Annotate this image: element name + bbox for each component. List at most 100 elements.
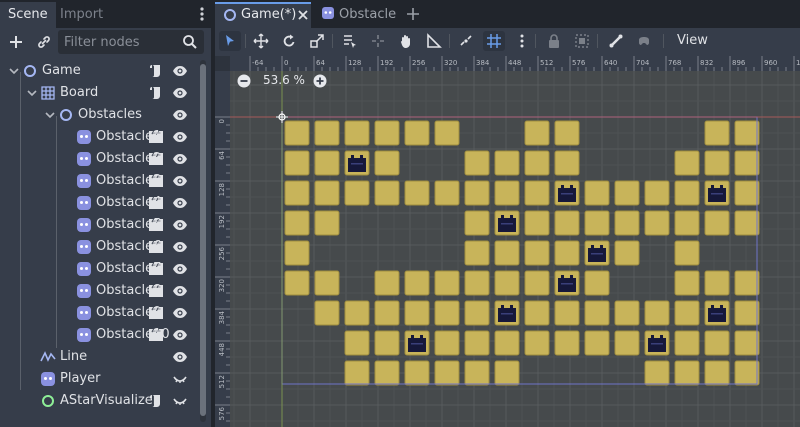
instance-scene-button[interactable]: [32, 30, 56, 54]
pan-mode-button[interactable]: [395, 31, 417, 51]
close-icon[interactable]: [297, 9, 309, 21]
canvas-viewport[interactable]: -64 0 64 128 192 256 320 384 448 512 576 640 704 768 8…: [215, 56, 800, 427]
scrollbar-thumb[interactable]: [200, 64, 206, 416]
visibility-eye-icon[interactable]: [172, 217, 188, 233]
group-button[interactable]: [571, 31, 593, 51]
tab-game-scene[interactable]: Game(*): [215, 2, 311, 28]
collapse-arrow-icon[interactable]: [26, 87, 38, 99]
tab-import[interactable]: Import: [52, 2, 111, 28]
tree-node-obstacle3[interactable]: Obstacle3: [0, 170, 196, 192]
script-icon[interactable]: [148, 393, 164, 409]
dock-menu-icon[interactable]: [199, 4, 205, 24]
tree-node-obstacle6[interactable]: Obstacle6: [0, 236, 196, 258]
tab-obstacle-scene[interactable]: Obstacle: [313, 2, 401, 28]
visibility-eye-icon[interactable]: [172, 283, 188, 299]
visibility-eye-icon[interactable]: [172, 129, 188, 145]
board-tile: [494, 360, 520, 386]
move-mode-button[interactable]: [250, 31, 272, 51]
board-tile: [674, 240, 700, 266]
list-select-button[interactable]: [339, 31, 361, 51]
visibility-eye-icon[interactable]: [172, 151, 188, 167]
tree-node-obstacle1[interactable]: Obstacle1: [0, 126, 196, 148]
search-icon: [183, 35, 197, 49]
open-in-editor-icon[interactable]: [148, 305, 164, 321]
add-node-button[interactable]: [4, 30, 28, 54]
lock-button[interactable]: [543, 31, 565, 51]
board-tile: [494, 150, 520, 176]
visibility-closed-icon[interactable]: [172, 393, 188, 409]
skeleton-button[interactable]: [605, 31, 627, 51]
open-in-editor-icon[interactable]: [148, 217, 164, 233]
smart-snap-button[interactable]: [455, 31, 477, 51]
open-in-editor-icon[interactable]: [148, 239, 164, 255]
lock-icon: [549, 34, 559, 48]
tree-node-obstacles[interactable]: Obstacles: [0, 104, 196, 126]
visibility-eye-icon[interactable]: [172, 195, 188, 211]
open-in-editor-icon[interactable]: [148, 151, 164, 167]
open-in-editor-icon[interactable]: [148, 195, 164, 211]
tree-node-board[interactable]: Board: [0, 82, 196, 104]
tree-node-obstacle7[interactable]: Obstacle7: [0, 258, 196, 280]
visibility-eye-icon[interactable]: [172, 349, 188, 365]
zoom-in-icon[interactable]: [313, 74, 327, 88]
tree-node-obstacle8[interactable]: Obstacle8: [0, 280, 196, 302]
override-camera-button[interactable]: [633, 31, 655, 51]
filter-nodes-input[interactable]: [64, 30, 179, 54]
board-tile: [494, 270, 520, 296]
open-in-editor-icon[interactable]: [148, 129, 164, 145]
open-in-editor-icon[interactable]: [148, 327, 164, 343]
ruler-h-label: 960: [764, 59, 777, 67]
tree-node-astarvisualizer[interactable]: AStarVisualizer: [0, 390, 196, 412]
visibility-eye-icon[interactable]: [172, 107, 188, 123]
zoom-level-label[interactable]: 53.6 %: [263, 73, 305, 87]
pivot-button[interactable]: [367, 31, 389, 51]
open-in-editor-icon[interactable]: [148, 261, 164, 277]
select-mode-button[interactable]: [219, 31, 241, 51]
tree-node-obstacle9[interactable]: Obstacle9: [0, 302, 196, 324]
tree-node-obstacle4[interactable]: Obstacle4: [0, 192, 196, 214]
visibility-closed-icon[interactable]: [172, 371, 188, 387]
tree-node-obstacle10[interactable]: Obstacle10: [0, 324, 196, 346]
tree-node-obstacle2[interactable]: Obstacle2: [0, 148, 196, 170]
board-tile: [434, 270, 460, 296]
visibility-eye-icon[interactable]: [172, 261, 188, 277]
ruler-h-label: 1024: [796, 59, 800, 67]
visibility-eye-icon[interactable]: [172, 305, 188, 321]
board-tile: [434, 360, 460, 386]
node2d-circle-icon: [24, 65, 36, 77]
add-scene-tab-icon[interactable]: [405, 6, 421, 22]
scale-icon: [310, 34, 324, 48]
grid-snap-button[interactable]: [483, 31, 505, 51]
open-in-editor-icon[interactable]: [148, 173, 164, 189]
visibility-eye-icon[interactable]: [172, 327, 188, 343]
scale-mode-button[interactable]: [306, 31, 328, 51]
scene-tree-scrollbar[interactable]: [200, 60, 206, 422]
board-tile: [704, 210, 730, 236]
visibility-eye-icon[interactable]: [172, 239, 188, 255]
tree-node-line[interactable]: Line: [0, 346, 196, 368]
board-tile: [584, 210, 610, 236]
board-tile: [554, 240, 580, 266]
open-in-editor-icon[interactable]: [148, 283, 164, 299]
visibility-eye-icon[interactable]: [172, 63, 188, 79]
tab-scene[interactable]: Scene: [0, 2, 56, 28]
rotate-mode-button[interactable]: [278, 31, 300, 51]
tree-node-player[interactable]: Player: [0, 368, 196, 390]
instanced-scene-icon: [77, 284, 91, 298]
script-icon[interactable]: [148, 85, 164, 101]
view-menu-button[interactable]: View: [677, 31, 708, 51]
collapse-arrow-icon[interactable]: [44, 109, 56, 121]
ruler-v-label: 448: [218, 343, 226, 356]
script-icon[interactable]: [148, 63, 164, 79]
board-tile: [434, 300, 460, 326]
visibility-eye-icon[interactable]: [172, 173, 188, 189]
ruler-mode-button[interactable]: [423, 31, 445, 51]
tree-node-obstacle5[interactable]: Obstacle5: [0, 214, 196, 236]
visibility-eye-icon[interactable]: [172, 85, 188, 101]
board-tile: [674, 180, 700, 206]
snap-options-button[interactable]: [511, 31, 533, 51]
grid-snap-icon: [487, 34, 501, 48]
zoom-out-icon[interactable]: [237, 74, 251, 88]
collapse-arrow-icon[interactable]: [8, 65, 20, 77]
tree-node-game[interactable]: Game: [0, 60, 196, 82]
